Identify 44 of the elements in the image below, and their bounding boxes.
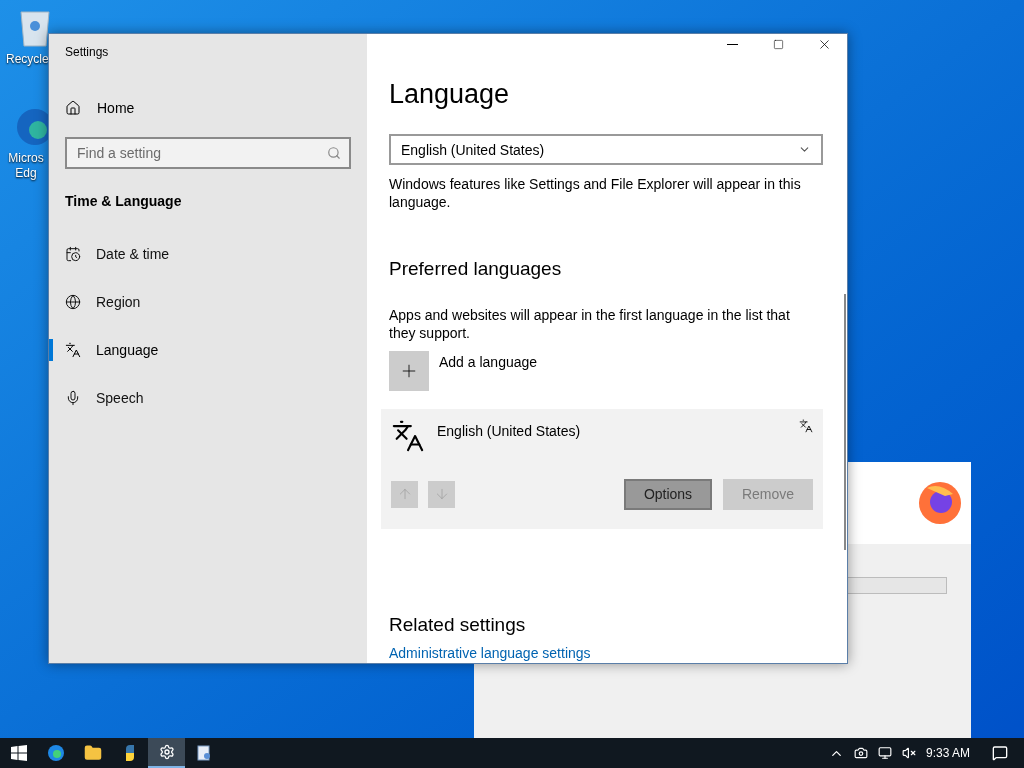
globe-icon — [65, 294, 81, 310]
clock[interactable]: 9:33 AM — [925, 745, 970, 761]
home-icon — [65, 100, 81, 116]
section-title: Time & Language — [65, 192, 183, 211]
desktop-icon-label[interactable]: Micros Edg — [6, 151, 46, 181]
description-text: Windows features like Settings and File Explorer will appear in this language. — [389, 175, 802, 211]
sidebar-item[interactable]: Date & time — [65, 243, 170, 265]
search-field[interactable]: Find a setting — [65, 137, 351, 169]
app-icon — [195, 745, 212, 761]
home-button[interactable]: Home — [65, 97, 351, 119]
display-language-icon — [799, 418, 813, 433]
language-name: English (United States) — [437, 421, 582, 441]
taskbar-button[interactable] — [148, 738, 185, 768]
options-button[interactable]: Options — [624, 478, 712, 510]
section-heading: Preferred languages — [389, 257, 563, 281]
sidebar-item[interactable]: Speech — [65, 387, 144, 409]
settings-link[interactable]: Administrative language settings — [389, 643, 823, 663]
search-icon — [327, 146, 341, 160]
message-icon — [992, 745, 1008, 761]
sidebar-item[interactable]: Region — [65, 291, 141, 313]
edge-icon — [46, 744, 65, 762]
volume-muted-icon[interactable] — [901, 746, 916, 760]
language-item[interactable]: English (United States) Options Remove — [381, 408, 823, 529]
language-dropdown[interactable]: English (United States) — [389, 134, 823, 165]
sidebar-item[interactable]: Language — [65, 339, 159, 361]
language-icon — [391, 418, 425, 453]
network-icon[interactable] — [877, 746, 892, 760]
recycle-bin-icon — [17, 8, 53, 48]
folder-icon — [83, 744, 102, 762]
firefox-icon — [917, 480, 963, 526]
description-text: Apps and websites will appear in the first language in the list that they support. — [389, 305, 791, 342]
section-heading: Related settings — [389, 612, 527, 637]
scrollbar[interactable] — [844, 294, 846, 550]
gear-icon — [158, 744, 175, 760]
page-title: Language — [389, 81, 511, 108]
windows-logo-icon — [10, 745, 27, 761]
minimize-icon — [726, 44, 738, 45]
window-title: Settings — [65, 44, 110, 60]
add-language-button[interactable]: Add a language — [389, 350, 823, 391]
language-icon — [65, 342, 81, 358]
calendar-icon — [65, 246, 81, 262]
camera-icon[interactable] — [853, 746, 868, 760]
maximize-icon — [772, 39, 784, 50]
mic-icon — [65, 390, 81, 406]
